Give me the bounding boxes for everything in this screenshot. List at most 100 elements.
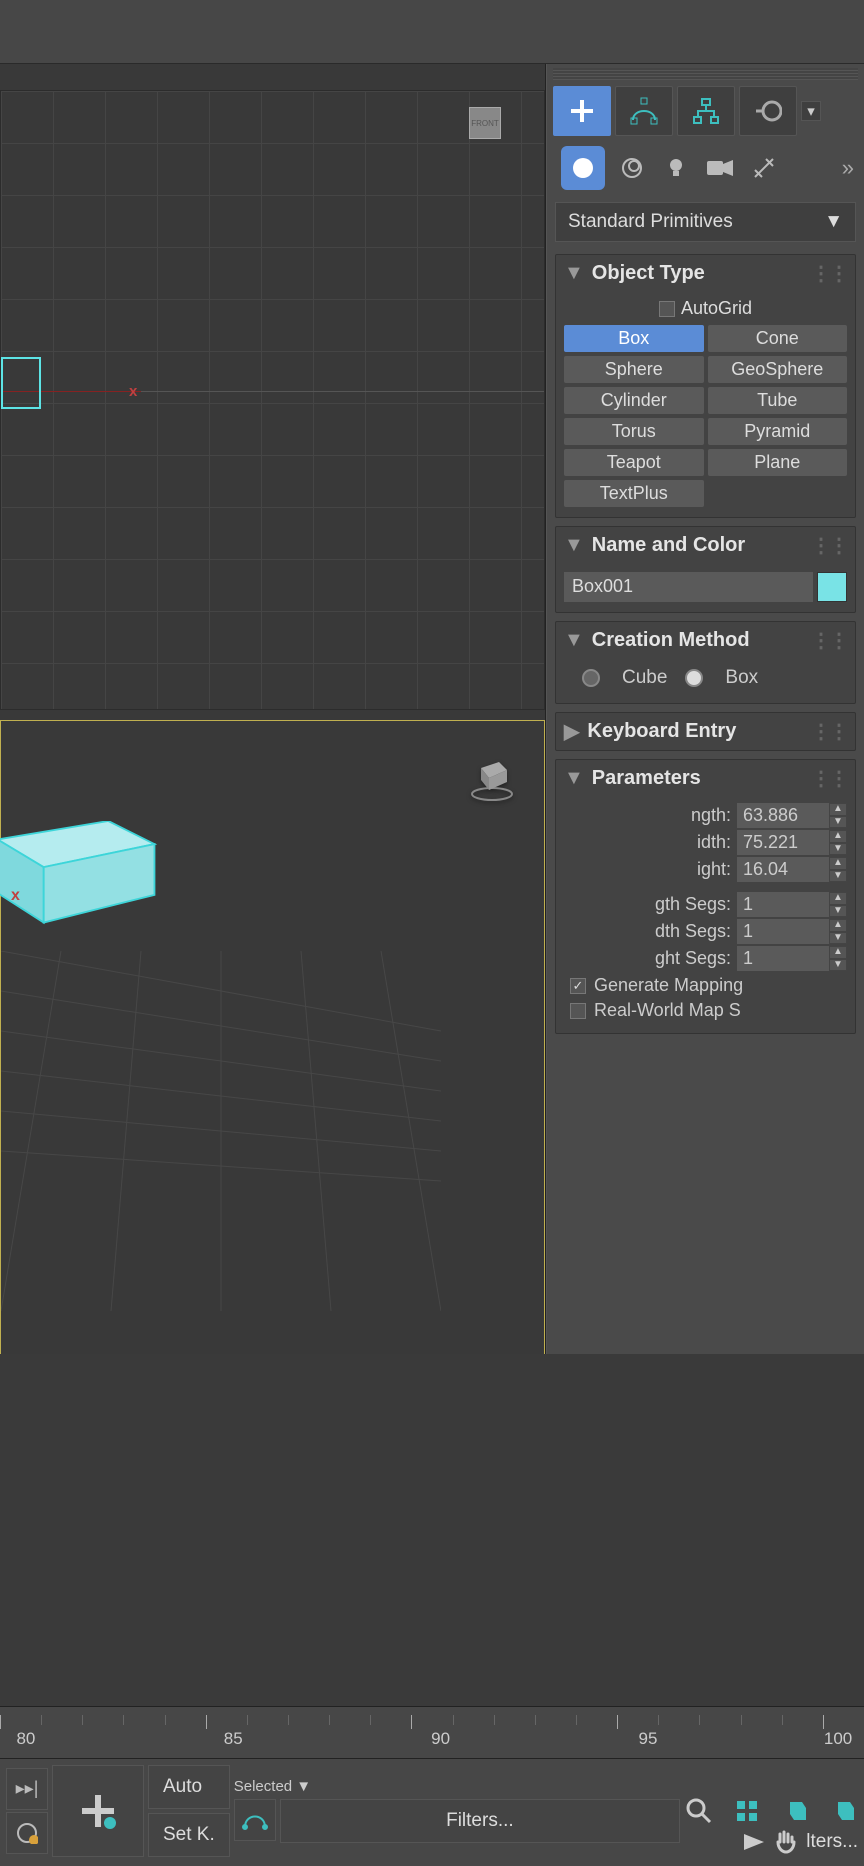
- set-key-button[interactable]: Set K.: [148, 1813, 230, 1857]
- drag-grip-icon[interactable]: ⋮⋮: [811, 533, 847, 558]
- drag-grip-icon[interactable]: ⋮⋮: [811, 719, 847, 744]
- spinner-down-icon[interactable]: ▼: [829, 816, 847, 829]
- viewcube-face[interactable]: FRONT: [469, 107, 501, 139]
- spinner-width[interactable]: 75.221▲▼: [737, 830, 847, 855]
- rollout-parameters: ▼ Parameters ⋮⋮ ngth: 63.886▲▼ idth: 75.…: [555, 759, 856, 1034]
- pan-hand-icon[interactable]: [772, 1828, 800, 1856]
- real-world-checkbox[interactable]: [570, 1003, 586, 1019]
- category-geometry[interactable]: [561, 146, 605, 190]
- obj-btn-cone[interactable]: Cone: [708, 325, 848, 352]
- collapse-icon: ▼: [564, 767, 584, 790]
- spinner-up-icon[interactable]: ▲: [829, 946, 847, 959]
- category-lights[interactable]: [659, 151, 693, 185]
- selected-object-outline[interactable]: [1, 357, 41, 409]
- obj-btn-cylinder[interactable]: Cylinder: [564, 387, 704, 414]
- set-key-large-button[interactable]: [52, 1765, 144, 1857]
- key-filter-dropdown[interactable]: Selected ▼: [234, 1778, 680, 1795]
- drag-grip-icon[interactable]: ⋮⋮: [811, 261, 847, 286]
- param-label: ngth:: [564, 805, 737, 826]
- category-overflow[interactable]: »: [842, 155, 854, 181]
- time-config-button[interactable]: [6, 1812, 48, 1854]
- spinner-wsegs[interactable]: 1▲▼: [737, 919, 847, 944]
- obj-btn-tube[interactable]: Tube: [708, 387, 848, 414]
- drag-grip-icon[interactable]: ⋮⋮: [811, 628, 847, 653]
- spinner-down-icon[interactable]: ▼: [829, 905, 847, 918]
- radio-cube[interactable]: [582, 669, 600, 687]
- tab-motion[interactable]: [739, 86, 797, 136]
- rollout-header[interactable]: ▶ Keyboard Entry ⋮⋮: [556, 713, 855, 750]
- expand-icon: ▶: [564, 719, 579, 744]
- viewport-area[interactable]: x FRONT x: [0, 64, 546, 1354]
- zoom-all-icon[interactable]: [732, 1796, 762, 1826]
- tabs-overflow[interactable]: ▾: [801, 101, 821, 121]
- filters-label[interactable]: lters...: [806, 1831, 858, 1853]
- rollout-keyboard-entry: ▶ Keyboard Entry ⋮⋮: [555, 712, 856, 751]
- panel-grip[interactable]: [553, 68, 858, 80]
- spinner-lsegs[interactable]: 1▲▼: [737, 892, 847, 917]
- auto-key-button[interactable]: Auto: [148, 1765, 230, 1809]
- obj-btn-torus[interactable]: Torus: [564, 418, 704, 445]
- spinner-height[interactable]: 16.04▲▼: [737, 857, 847, 882]
- viewcube-perspective[interactable]: [462, 749, 522, 809]
- collapse-icon: ▼: [564, 629, 584, 652]
- spinner-length[interactable]: 63.886▲▼: [737, 803, 847, 828]
- autogrid-checkbox[interactable]: [659, 301, 675, 317]
- field-of-view-icon[interactable]: [828, 1796, 858, 1826]
- drag-grip-icon[interactable]: ⋮⋮: [811, 766, 847, 791]
- obj-btn-pyramid[interactable]: Pyramid: [708, 418, 848, 445]
- spinner-up-icon[interactable]: ▲: [829, 857, 847, 870]
- radio-box[interactable]: [685, 669, 703, 687]
- play-icon[interactable]: [742, 1830, 766, 1854]
- obj-btn-plane[interactable]: Plane: [708, 449, 848, 476]
- key-filters-button[interactable]: Filters...: [280, 1799, 680, 1843]
- rollout-header[interactable]: ▼ Name and Color ⋮⋮: [556, 527, 855, 564]
- spinner-down-icon[interactable]: ▼: [829, 932, 847, 945]
- obj-btn-geosphere[interactable]: GeoSphere: [708, 356, 848, 383]
- category-helpers[interactable]: [747, 151, 781, 185]
- spinner-up-icon[interactable]: ▲: [829, 919, 847, 932]
- viewcube[interactable]: FRONT: [450, 107, 520, 143]
- spinner-up-icon[interactable]: ▲: [829, 830, 847, 843]
- tab-hierarchy[interactable]: [677, 86, 735, 136]
- rollout-header[interactable]: ▼ Object Type ⋮⋮: [556, 255, 855, 292]
- command-panel: ▾ » Standard Primitives ▼ ▼ Object Type …: [546, 64, 864, 1354]
- category-cameras[interactable]: [703, 151, 737, 185]
- viewport-front[interactable]: x FRONT: [0, 90, 545, 710]
- key-mode-button[interactable]: [234, 1799, 276, 1841]
- spinner-hsegs[interactable]: 1▲▼: [737, 946, 847, 971]
- spinner-up-icon[interactable]: ▲: [829, 892, 847, 905]
- tab-modify[interactable]: [615, 86, 673, 136]
- obj-btn-teapot[interactable]: Teapot: [564, 449, 704, 476]
- obj-btn-textplus[interactable]: TextPlus: [564, 480, 704, 507]
- rollout-header[interactable]: ▼ Creation Method ⋮⋮: [556, 622, 855, 659]
- generate-mapping-row[interactable]: Generate Mapping: [564, 973, 847, 998]
- play-forward-button[interactable]: ▸▸|: [6, 1768, 48, 1810]
- primitive-type-dropdown[interactable]: Standard Primitives ▼: [555, 202, 856, 242]
- collapse-icon: ▼: [564, 534, 584, 557]
- rollout-title: Name and Color: [592, 534, 745, 557]
- animation-controls: ▸▸| Auto Set K. Selected ▼ Filters...: [0, 1758, 864, 1862]
- zoom-extents-icon[interactable]: [780, 1796, 810, 1826]
- object-name-input[interactable]: Box001: [564, 572, 813, 602]
- spinner-down-icon[interactable]: ▼: [829, 959, 847, 972]
- x-axis-label: x: [129, 383, 137, 400]
- tab-create[interactable]: [553, 86, 611, 136]
- autogrid-row[interactable]: AutoGrid: [564, 298, 847, 319]
- obj-btn-sphere[interactable]: Sphere: [564, 356, 704, 383]
- generate-mapping-checkbox[interactable]: [570, 978, 586, 994]
- box-object[interactable]: [0, 821, 161, 941]
- spinner-down-icon[interactable]: ▼: [829, 870, 847, 883]
- param-label: idth:: [564, 832, 737, 853]
- viewport-perspective[interactable]: x: [0, 720, 545, 1354]
- zoom-icon[interactable]: [684, 1796, 714, 1826]
- param-hsegs: ght Segs: 1▲▼: [564, 946, 847, 971]
- timeline[interactable]: 80 85 90 95 100: [0, 1706, 864, 1758]
- object-color-swatch[interactable]: [817, 572, 847, 602]
- param-width: idth: 75.221▲▼: [564, 830, 847, 855]
- rollout-header[interactable]: ▼ Parameters ⋮⋮: [556, 760, 855, 797]
- spinner-down-icon[interactable]: ▼: [829, 843, 847, 856]
- obj-btn-box[interactable]: Box: [564, 325, 704, 352]
- category-shapes[interactable]: [615, 151, 649, 185]
- real-world-row[interactable]: Real-World Map S: [564, 998, 847, 1023]
- spinner-up-icon[interactable]: ▲: [829, 803, 847, 816]
